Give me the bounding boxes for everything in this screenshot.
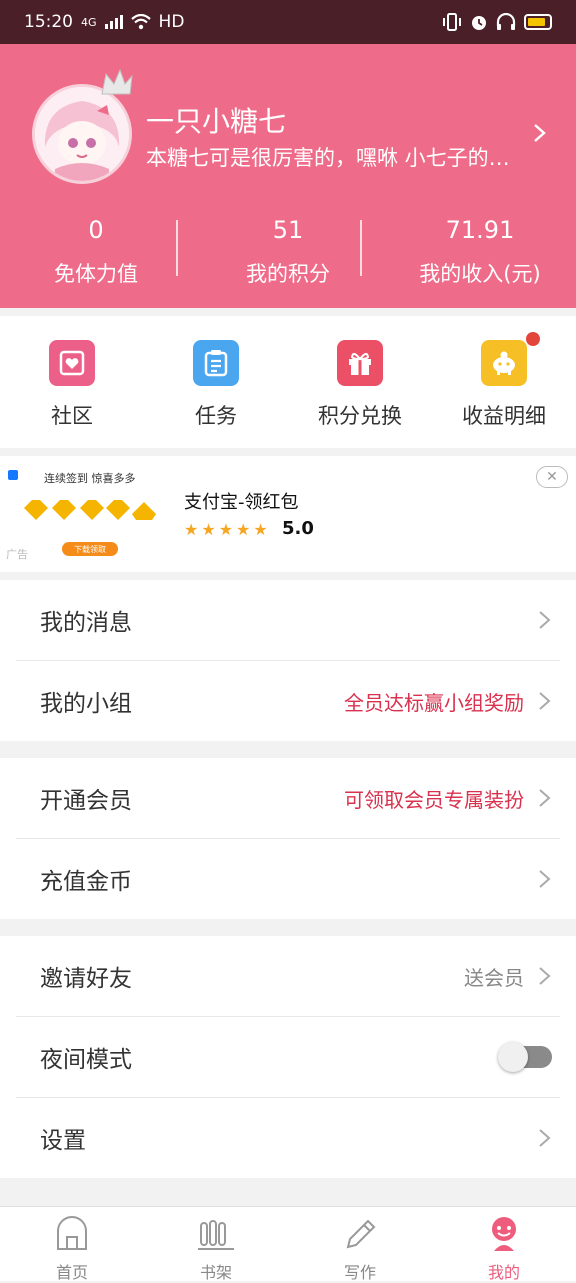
tab-label: 首页 — [55, 1263, 88, 1282]
stat-value: 0 — [88, 216, 104, 244]
battery-icon — [524, 14, 552, 30]
quick-links: 社区 任务 积分兑换 收益明细 — [0, 316, 576, 448]
quick-link-label: 社区 — [51, 404, 93, 428]
status-bar: 15:20 4G HD — [0, 0, 576, 44]
stat-stamina[interactable]: 0 免体力值 — [0, 212, 192, 292]
chevron-right-icon[interactable] — [528, 122, 550, 144]
ad-banner-button: 下载领取 — [74, 544, 106, 554]
tab-me[interactable]: 我的 — [432, 1207, 576, 1282]
stat-label: 免体力值 — [54, 262, 138, 286]
gift-icon — [337, 340, 383, 386]
tab-label: 我的 — [487, 1263, 520, 1282]
menu-item-label: 邀请好友 — [40, 966, 132, 992]
quick-link-earnings[interactable]: 收益明细 — [432, 316, 576, 448]
profile-header[interactable]: 一只小糖七 本糖七可是很厉害的，嘿咻 小七子的… 0 免体力值 51 我的积分 … — [0, 44, 576, 308]
close-icon[interactable]: ✕ — [536, 466, 568, 488]
menu-item-settings[interactable]: 设置 — [16, 1098, 560, 1178]
ad-banner-title: 连续签到 惊喜多多 — [44, 471, 136, 485]
signal-icon — [104, 15, 123, 29]
menu-item-hint: 送会员 — [464, 965, 524, 990]
stat-label: 我的收入(元) — [419, 262, 541, 286]
crown-icon — [101, 68, 133, 95]
menu-item-messages[interactable]: 我的消息 — [16, 580, 560, 661]
menu-item-membership[interactable]: 开通会员 可领取会员专属装扮 — [16, 758, 560, 839]
stat-label: 我的积分 — [246, 262, 330, 286]
menu-item-night-mode: 夜间模式 — [16, 1017, 560, 1098]
stats-row: 0 免体力值 51 我的积分 71.91 我的收入(元) — [0, 212, 576, 292]
menu-item-label: 开通会员 — [40, 788, 132, 814]
user-bio: 本糖七可是很厉害的，嘿咻 小七子的… — [146, 146, 510, 170]
wifi-icon — [130, 14, 151, 30]
notification-dot — [526, 332, 540, 346]
menu-item-label: 设置 — [40, 1128, 86, 1154]
chevron-right-icon — [539, 967, 551, 985]
quick-link-label: 积分兑换 — [318, 404, 402, 428]
tab-home[interactable]: 首页 — [0, 1207, 144, 1282]
menu-group: 开通会员 可领取会员专属装扮 充值金币 — [0, 758, 576, 919]
menu-item-my-group[interactable]: 我的小组 全员达标赢小组奖励 — [16, 661, 560, 741]
stat-points[interactable]: 51 我的积分 — [192, 212, 384, 292]
ad-image: 连续签到 惊喜多多 下载领取 — [6, 464, 172, 560]
menu-item-label: 我的消息 — [40, 610, 132, 636]
quick-link-label: 任务 — [195, 404, 237, 428]
clipboard-icon — [193, 340, 239, 386]
quick-link-label: 收益明细 — [462, 404, 546, 428]
quick-link-tasks[interactable]: 任务 — [144, 316, 288, 448]
network-indicator: 4G — [81, 15, 97, 29]
chevron-right-icon — [539, 692, 551, 710]
alarm-icon — [472, 16, 486, 30]
menu-item-label: 夜间模式 — [40, 1047, 132, 1073]
menu-item-invite[interactable]: 邀请好友 送会员 — [16, 936, 560, 1017]
stat-value: 51 — [272, 216, 304, 244]
divider — [360, 220, 362, 276]
ad-tag: 广告 — [6, 548, 28, 561]
bookshelf-icon — [198, 1220, 234, 1250]
bottom-tab-bar: 首页 书架 写作 我的 — [0, 1206, 576, 1282]
home-icon — [57, 1216, 87, 1250]
clock: 15:20 — [24, 12, 73, 32]
quick-link-points-exchange[interactable]: 积分兑换 — [288, 316, 432, 448]
menu-group: 邀请好友 送会员 夜间模式 设置 — [0, 936, 576, 1178]
menu-item-promo: 可领取会员专属装扮 — [344, 787, 524, 812]
menu-item-recharge[interactable]: 充值金币 — [16, 839, 560, 919]
piggy-bank-icon — [481, 340, 527, 386]
tab-label: 书架 — [199, 1263, 232, 1282]
profile-icon — [492, 1217, 516, 1251]
stat-value: 71.91 — [445, 216, 515, 244]
ad-banner[interactable]: 连续签到 惊喜多多 下载领取 广告 支付宝-领红包 ★★★★★ 5.0 — [0, 456, 576, 572]
hd-indicator: HD — [158, 12, 185, 32]
chevron-right-icon — [539, 1129, 551, 1147]
ad-title: 支付宝-领红包 — [184, 492, 299, 513]
menu-item-label: 我的小组 — [40, 691, 132, 717]
user-name: 一只小糖七 — [146, 105, 287, 138]
rating-stars: ★★★★★ — [184, 520, 271, 539]
menu-item-promo: 全员达标赢小组奖励 — [344, 690, 524, 715]
divider — [176, 220, 178, 276]
chevron-right-icon — [539, 611, 551, 629]
menu-item-label: 充值金币 — [40, 869, 132, 895]
chevron-right-icon — [539, 789, 551, 807]
heart-card-icon — [49, 340, 95, 386]
tab-label: 写作 — [343, 1263, 376, 1282]
quick-link-community[interactable]: 社区 — [0, 316, 144, 448]
headphones-icon — [496, 13, 516, 30]
chevron-right-icon — [539, 870, 551, 888]
vibrate-icon — [443, 13, 461, 31]
tab-write[interactable]: 写作 — [288, 1207, 432, 1282]
night-mode-toggle[interactable] — [498, 1042, 552, 1072]
rating-value: 5.0 — [282, 518, 314, 539]
stat-income[interactable]: 71.91 我的收入(元) — [384, 212, 576, 292]
avatar[interactable] — [32, 84, 132, 184]
pen-icon — [346, 1219, 376, 1249]
menu-group: 我的消息 我的小组 全员达标赢小组奖励 — [0, 580, 576, 741]
tab-bookshelf[interactable]: 书架 — [144, 1207, 288, 1282]
